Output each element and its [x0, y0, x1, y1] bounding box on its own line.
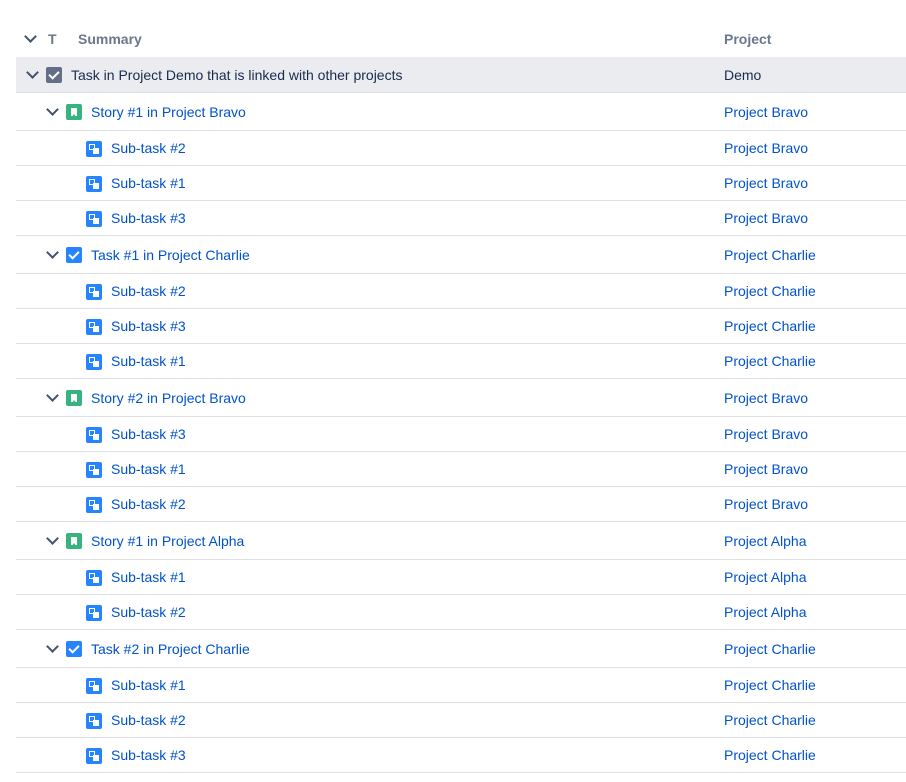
- issue-summary-link[interactable]: Sub-task #1: [111, 569, 186, 585]
- project-link[interactable]: Project Charlie: [724, 353, 816, 369]
- table-row[interactable]: Sub-task #1 Project Alpha: [16, 560, 906, 595]
- project-link[interactable]: Project Alpha: [724, 604, 807, 620]
- story-icon: [66, 533, 82, 549]
- table-row[interactable]: Story #2 in Project Bravo Project Bravo: [16, 379, 906, 417]
- table-row[interactable]: Task in Project Demo that is linked with…: [16, 57, 906, 93]
- chevron-down-icon[interactable]: [46, 103, 59, 116]
- subtask-icon: [86, 462, 102, 478]
- table-row[interactable]: Sub-task #2 Project Bravo: [16, 131, 906, 166]
- table-row[interactable]: Sub-task #3 Project Bravo: [16, 417, 906, 452]
- checkbox-icon: [66, 641, 82, 657]
- table-row[interactable]: Sub-task #2 Project Charlie: [16, 274, 906, 309]
- subtask-icon: [86, 319, 102, 335]
- project-link[interactable]: Project Charlie: [724, 747, 816, 763]
- table-row[interactable]: Sub-task #2 Project Charlie: [16, 703, 906, 738]
- subtask-icon: [86, 748, 102, 764]
- issue-summary-link[interactable]: Sub-task #2: [111, 604, 186, 620]
- table-row[interactable]: Sub-task #1 Project Charlie: [16, 668, 906, 703]
- issue-hierarchy-table: T Summary Project Task in Project Demo t…: [0, 0, 906, 782]
- project-link[interactable]: Project Bravo: [724, 390, 808, 406]
- issue-summary-link[interactable]: Task #1 in Project Charlie: [91, 247, 250, 263]
- subtask-icon: [86, 284, 102, 300]
- issue-summary-link[interactable]: Task #2 in Project Charlie: [91, 641, 250, 657]
- issue-summary-link[interactable]: Sub-task #2: [111, 496, 186, 512]
- issue-summary-link[interactable]: Sub-task #3: [111, 210, 186, 226]
- table-body: Task in Project Demo that is linked with…: [16, 57, 906, 773]
- table-row[interactable]: Story #1 in Project Alpha Project Alpha: [16, 522, 906, 560]
- subtask-icon: [86, 211, 102, 227]
- subtask-icon: [86, 497, 102, 513]
- subtask-icon: [86, 713, 102, 729]
- issue-summary-link[interactable]: Story #1 in Project Bravo: [91, 104, 246, 120]
- project-link[interactable]: Project Charlie: [724, 247, 816, 263]
- chevron-down-icon[interactable]: [46, 532, 59, 545]
- chevron-down-icon[interactable]: [46, 246, 59, 259]
- table-row[interactable]: Task #2 in Project Charlie Project Charli…: [16, 630, 906, 668]
- collapse-all-chevron-down-icon[interactable]: [24, 30, 37, 43]
- issue-summary-link[interactable]: Sub-task #1: [111, 461, 186, 477]
- project-link[interactable]: Project Charlie: [724, 641, 816, 657]
- project-link[interactable]: Project Charlie: [724, 283, 816, 299]
- subtask-icon: [86, 605, 102, 621]
- issue-summary-link[interactable]: Sub-task #1: [111, 677, 186, 693]
- table-row[interactable]: Sub-task #1 Project Bravo: [16, 166, 906, 201]
- issue-summary-link: Task in Project Demo that is linked with…: [71, 66, 403, 83]
- chevron-down-icon[interactable]: [46, 640, 59, 653]
- issue-summary-link[interactable]: Sub-task #2: [111, 283, 186, 299]
- table-row[interactable]: Sub-task #3 Project Charlie: [16, 738, 906, 773]
- project-link[interactable]: Project Bravo: [724, 140, 808, 156]
- project-link[interactable]: Project Bravo: [724, 496, 808, 512]
- table-row[interactable]: Story #1 in Project Bravo Project Bravo: [16, 93, 906, 131]
- issue-summary-link[interactable]: Sub-task #1: [111, 353, 186, 369]
- table-row[interactable]: Sub-task #2 Project Bravo: [16, 487, 906, 522]
- story-icon: [66, 390, 82, 406]
- issue-summary-link[interactable]: Sub-task #3: [111, 318, 186, 334]
- table-row[interactable]: Sub-task #1 Project Charlie: [16, 344, 906, 379]
- subtask-icon: [86, 176, 102, 192]
- project-link[interactable]: Project Charlie: [724, 712, 816, 728]
- subtask-icon: [86, 678, 102, 694]
- issue-summary-link[interactable]: Sub-task #1: [111, 175, 186, 191]
- subtask-icon: [86, 141, 102, 157]
- column-header-project[interactable]: Project: [724, 31, 771, 47]
- column-header-summary[interactable]: Summary: [78, 31, 142, 47]
- checkbox-icon: [46, 67, 62, 83]
- issue-summary-link[interactable]: Sub-task #3: [111, 747, 186, 763]
- project-link[interactable]: Project Alpha: [724, 533, 807, 549]
- table-row[interactable]: Task #1 in Project Charlie Project Charli…: [16, 236, 906, 274]
- subtask-icon: [86, 427, 102, 443]
- table-row[interactable]: Sub-task #2 Project Alpha: [16, 595, 906, 630]
- project-link[interactable]: Project Charlie: [724, 318, 816, 334]
- project-link[interactable]: Project Bravo: [724, 426, 808, 442]
- issue-summary-link[interactable]: Story #1 in Project Alpha: [91, 533, 244, 549]
- project-link[interactable]: Project Bravo: [724, 104, 808, 120]
- table-row[interactable]: Sub-task #1 Project Bravo: [16, 452, 906, 487]
- table-header: T Summary Project: [16, 22, 906, 56]
- project-link[interactable]: Project Bravo: [724, 175, 808, 191]
- project-link: Demo: [724, 66, 762, 83]
- issue-summary-link[interactable]: Sub-task #2: [111, 140, 186, 156]
- story-icon: [66, 104, 82, 120]
- issue-summary-link[interactable]: Sub-task #3: [111, 426, 186, 442]
- project-link[interactable]: Project Alpha: [724, 569, 807, 585]
- chevron-down-icon[interactable]: [46, 389, 59, 402]
- issue-summary-link[interactable]: Sub-task #2: [111, 712, 186, 728]
- table-row[interactable]: Sub-task #3 Project Bravo: [16, 201, 906, 236]
- chevron-down-icon[interactable]: [26, 66, 39, 79]
- column-header-type[interactable]: T: [48, 31, 57, 47]
- issue-summary-link[interactable]: Story #2 in Project Bravo: [91, 390, 246, 406]
- project-link[interactable]: Project Charlie: [724, 677, 816, 693]
- table-row[interactable]: Sub-task #3 Project Charlie: [16, 309, 906, 344]
- project-link[interactable]: Project Bravo: [724, 210, 808, 226]
- checkbox-icon: [66, 247, 82, 263]
- project-link[interactable]: Project Bravo: [724, 461, 808, 477]
- subtask-icon: [86, 570, 102, 586]
- subtask-icon: [86, 354, 102, 370]
